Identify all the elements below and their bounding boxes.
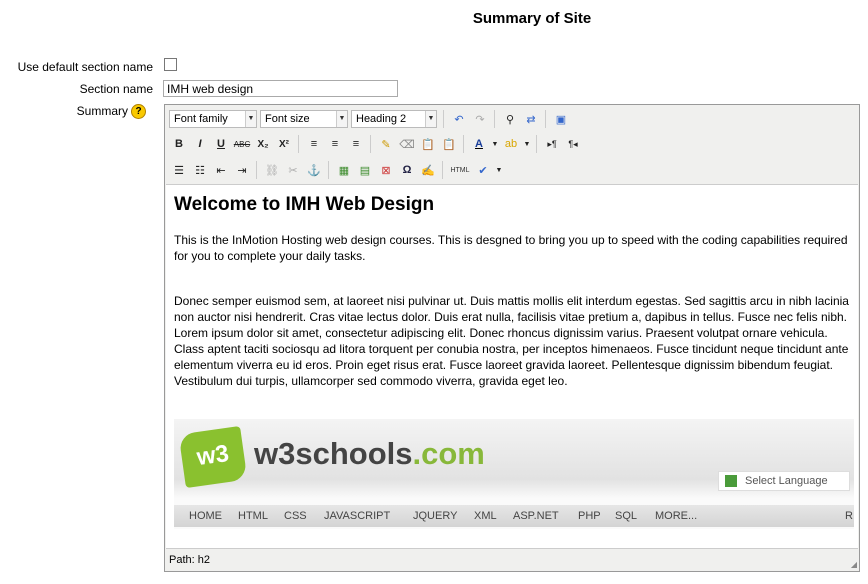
banner-nav-item: XML xyxy=(474,510,497,522)
help-icon[interactable]: ? xyxy=(131,104,146,119)
toolbar-separator xyxy=(442,161,445,179)
logo-name: w3schools xyxy=(254,436,413,471)
w3schools-logo-text: w3schools.com xyxy=(254,436,485,472)
undo-icon[interactable]: ↶ xyxy=(449,109,469,129)
toolbar-separator xyxy=(443,110,446,128)
banner-nav: HOME HTML CSS JAVASCRIPT JQUERY XML ASP.… xyxy=(174,505,854,527)
strikethrough-button[interactable]: ABC xyxy=(232,134,252,154)
section-name-label: Section name xyxy=(79,82,153,96)
underline-button[interactable]: U xyxy=(211,134,231,154)
toolbar-separator xyxy=(536,135,539,153)
chevron-down-icon: ▼ xyxy=(245,111,256,127)
banner-nav-item: ASP.NET xyxy=(513,510,559,522)
toolbar-separator xyxy=(298,135,301,153)
resize-handle-icon[interactable]: ◢ xyxy=(851,560,857,569)
paste-word-icon[interactable]: 📋 xyxy=(439,134,459,154)
image-icon[interactable]: ▦ xyxy=(334,160,354,180)
spellcheck-icon[interactable]: ✔ xyxy=(473,160,493,180)
format-value: Heading 2 xyxy=(356,113,407,125)
w3schools-logo-icon: w3 xyxy=(178,425,248,489)
content-heading: Welcome to IMH Web Design xyxy=(174,194,435,215)
toolbar-separator xyxy=(328,161,331,179)
banner-nav-item: JAVASCRIPT xyxy=(324,510,391,522)
align-left-icon[interactable]: ≡ xyxy=(304,134,324,154)
content-paragraph-1: This is the InMotion Hosting web design … xyxy=(174,233,848,263)
banner-nav-item: SQL xyxy=(615,510,638,522)
text-color-button[interactable]: A xyxy=(469,134,489,154)
align-center-icon[interactable]: ≡ xyxy=(325,134,345,154)
banner-nav-item: HOME xyxy=(189,510,222,522)
special-char-icon[interactable]: Ω xyxy=(397,160,417,180)
ltr-button[interactable]: ▸¶ xyxy=(542,134,562,154)
toolbar-row-3: ☰ ☷ ⇤ ⇥ ⛓ ✂ ⚓ ▦ ▤ ⊠ Ω ✍ HTML ✔ ▼ xyxy=(169,159,505,181)
italic-button[interactable]: I xyxy=(190,134,210,154)
editor-status-path: Path: h2 xyxy=(166,548,858,570)
summary-label: Summary xyxy=(76,104,128,118)
format-select[interactable]: Heading 2 ▼ xyxy=(351,110,437,128)
chevron-down-icon[interactable]: ▼ xyxy=(490,134,500,154)
banner-nav-item: R xyxy=(845,510,853,522)
chevron-down-icon: ▼ xyxy=(336,111,347,127)
logo-tld: .com xyxy=(412,436,485,471)
w3schools-banner-image: w3 w3schools.com Select Language HOME HT… xyxy=(174,419,854,529)
editor-content[interactable]: Welcome to IMH Web Design This is the In… xyxy=(166,184,858,548)
redo-icon[interactable]: ↷ xyxy=(470,109,490,129)
content-paragraph-2: Donec semper euismod sem, at laoreet nis… xyxy=(174,294,849,388)
bullet-list-icon[interactable]: ☰ xyxy=(169,160,189,180)
rich-text-editor: Font family ▼ Font size ▼ Heading 2 ▼ ↶ ↷ ⚲… xyxy=(164,104,860,572)
section-name-input[interactable]: IMH web design xyxy=(163,80,398,97)
banner-nav-item: PHP xyxy=(578,510,601,522)
indent-icon[interactable]: ⇥ xyxy=(232,160,252,180)
paste-text-icon[interactable]: 📋 xyxy=(418,134,438,154)
use-default-label: Use default section name xyxy=(17,60,153,74)
nonbreaking-icon[interactable]: ⊠ xyxy=(376,160,396,180)
toolbar-separator xyxy=(256,161,259,179)
numbered-list-icon[interactable]: ☷ xyxy=(190,160,210,180)
toolbar-separator xyxy=(370,135,373,153)
font-size-value: Font size xyxy=(265,113,310,125)
toolbar-row-2: B I U ABC X₂ X² ≡ ≡ ≡ ✎ ⌫ 📋 📋 A ▼ ab ▼ ▸… xyxy=(169,133,584,155)
use-default-checkbox[interactable] xyxy=(164,58,177,71)
media-icon[interactable]: ▤ xyxy=(355,160,375,180)
superscript-button[interactable]: X² xyxy=(274,134,294,154)
toolbar-separator xyxy=(545,110,548,128)
eraser-icon[interactable]: ⌫ xyxy=(397,134,417,154)
align-right-icon[interactable]: ≡ xyxy=(346,134,366,154)
font-family-value: Font family xyxy=(174,113,228,125)
toolbar-separator xyxy=(463,135,466,153)
toolbar-separator xyxy=(494,110,497,128)
select-language-text: Select Language xyxy=(745,475,828,487)
unlink-icon[interactable]: ✂ xyxy=(283,160,303,180)
highlight-color-icon[interactable]: ab xyxy=(501,134,521,154)
font-family-select[interactable]: Font family ▼ xyxy=(169,110,257,128)
page-title: Summary of Site xyxy=(472,10,592,27)
banner-nav-item: HTML xyxy=(238,510,268,522)
replace-icon[interactable]: ⇄ xyxy=(521,109,541,129)
chevron-down-icon[interactable]: ▼ xyxy=(494,160,504,180)
chevron-down-icon: ▼ xyxy=(425,111,436,127)
html-button[interactable]: HTML xyxy=(448,160,472,180)
link-icon[interactable]: ⛓ xyxy=(262,160,282,180)
subscript-button[interactable]: X₂ xyxy=(253,134,273,154)
banner-nav-item: MORE... xyxy=(655,510,698,522)
font-size-select[interactable]: Font size ▼ xyxy=(260,110,348,128)
select-language-box: Select Language xyxy=(718,471,850,491)
bold-button[interactable]: B xyxy=(169,134,189,154)
toolbar-row-1: Font family ▼ Font size ▼ Heading 2 ▼ ↶ ↷ ⚲… xyxy=(169,108,572,130)
banner-nav-item: JQUERY xyxy=(413,510,458,522)
rtl-button[interactable]: ¶◂ xyxy=(563,134,583,154)
google-icon xyxy=(725,475,737,488)
outdent-icon[interactable]: ⇤ xyxy=(211,160,231,180)
chevron-down-icon[interactable]: ▼ xyxy=(522,134,532,154)
anchor-icon[interactable]: ⚓ xyxy=(304,160,324,180)
fullscreen-icon[interactable]: ▣ xyxy=(551,109,571,129)
find-icon[interactable]: ⚲ xyxy=(500,109,520,129)
cleanup-icon[interactable]: ✎ xyxy=(376,134,396,154)
edit-icon[interactable]: ✍ xyxy=(418,160,438,180)
banner-nav-item: CSS xyxy=(284,510,307,522)
